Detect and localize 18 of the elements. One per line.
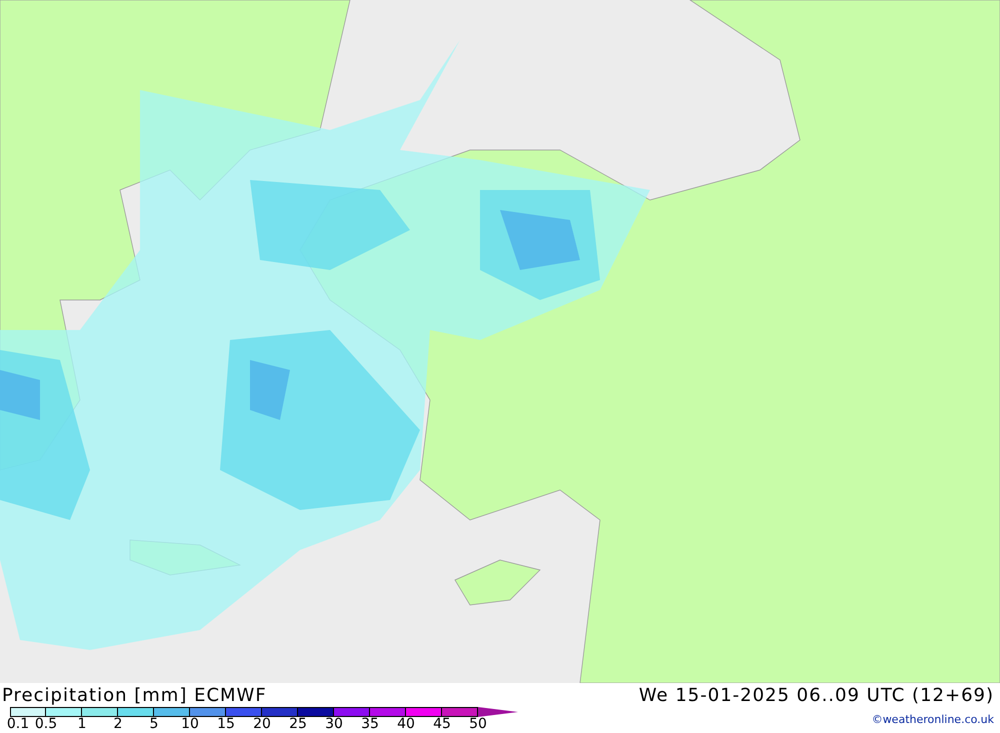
legend-label: 2 xyxy=(114,717,122,732)
legend-label: 20 xyxy=(253,717,271,732)
legend-label: 40 xyxy=(397,717,415,732)
legend-label: 5 xyxy=(150,717,158,732)
legend-label: 10 xyxy=(181,717,199,732)
legend-label: 35 xyxy=(361,717,379,732)
map-title: Precipitation [mm] ECMWF xyxy=(2,684,267,706)
legend-label: 50 xyxy=(469,717,487,732)
valid-time: We 15-01-2025 06..09 UTC (12+69) xyxy=(638,684,994,706)
legend-label: 15 xyxy=(217,717,235,732)
legend-label: 30 xyxy=(325,717,343,732)
credit-text: ©weatheronline.co.uk xyxy=(872,713,994,726)
legend-arrow-icon xyxy=(478,707,518,717)
legend-label: 0.1 xyxy=(6,717,30,732)
legend-label: 0.5 xyxy=(34,717,58,732)
legend-label: 1 xyxy=(78,717,86,732)
legend-label: 45 xyxy=(433,717,451,732)
legend-label: 25 xyxy=(289,717,307,732)
